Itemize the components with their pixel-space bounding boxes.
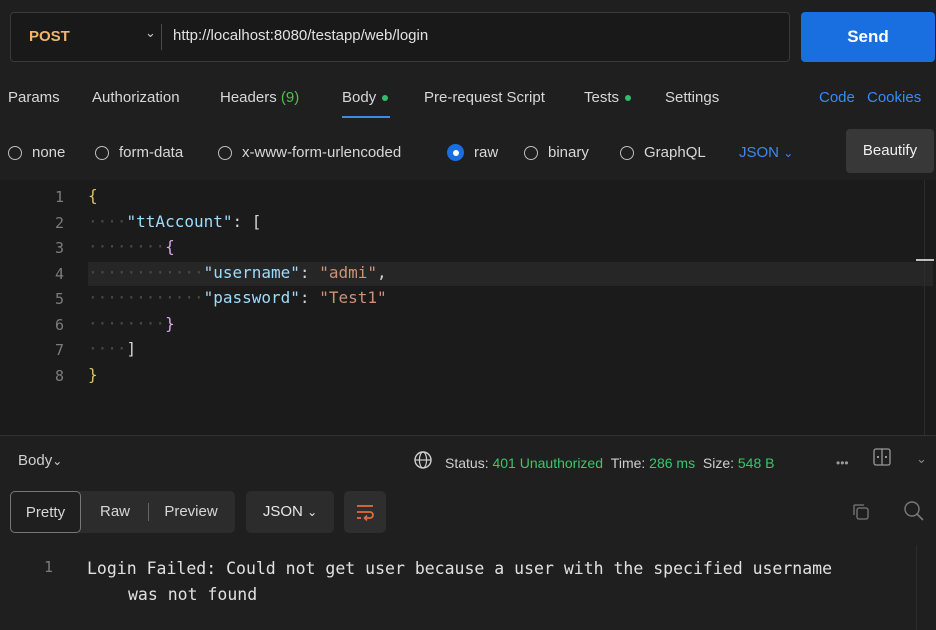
radio-graphql[interactable]: GraphQL bbox=[620, 144, 706, 161]
radio-form-data[interactable]: form-data bbox=[95, 144, 183, 161]
chevron-down-icon[interactable]: ⌄ bbox=[916, 451, 927, 467]
line-number: 8 bbox=[54, 367, 64, 385]
tab-headers[interactable]: Headers (9) bbox=[220, 89, 299, 106]
line-number: 3 bbox=[54, 239, 64, 257]
radio-graphql-label: GraphQL bbox=[644, 144, 706, 161]
radio-none[interactable]: none bbox=[8, 144, 65, 161]
response-body-toggle[interactable]: Body⌄ bbox=[18, 452, 62, 469]
response-text-line: Login Failed: Could not get user because… bbox=[87, 559, 833, 578]
beautify-button[interactable]: Beautify bbox=[846, 129, 934, 173]
tab-body-label: Body bbox=[342, 89, 377, 106]
radio-circle-icon bbox=[524, 145, 538, 160]
cookies-link[interactable]: Cookies bbox=[867, 89, 921, 106]
pretty-view-button[interactable]: Pretty bbox=[10, 491, 81, 533]
radio-circle-icon bbox=[8, 145, 22, 160]
editor-scrollbar-track[interactable] bbox=[924, 180, 925, 435]
code-link[interactable]: Code bbox=[819, 89, 855, 106]
code-line: ····"ttAccount": [ bbox=[88, 212, 262, 231]
response-text: Login Failed: Could not get user because… bbox=[87, 556, 887, 608]
raw-view-button[interactable]: Raw bbox=[86, 491, 144, 533]
line-number: 6 bbox=[54, 316, 64, 334]
segment-divider bbox=[148, 503, 149, 521]
tab-settings[interactable]: Settings bbox=[665, 89, 719, 106]
response-meta: Status: 401 Unauthorized Time: 286 ms Si… bbox=[445, 455, 774, 471]
method-select[interactable]: POST bbox=[29, 28, 70, 45]
headers-count-badge: (9) bbox=[280, 89, 300, 106]
time-value[interactable]: 286 ms bbox=[649, 455, 695, 471]
url-bar: POST ⌄ http://localhost:8080/testapp/web… bbox=[10, 12, 790, 62]
url-divider bbox=[161, 24, 162, 50]
radio-raw[interactable]: raw bbox=[447, 144, 498, 161]
wrap-lines-button[interactable] bbox=[344, 491, 386, 533]
copy-icon[interactable] bbox=[851, 502, 871, 526]
tests-dot-icon bbox=[625, 95, 632, 102]
radio-binary-label: binary bbox=[548, 144, 589, 161]
send-button[interactable]: Send bbox=[801, 12, 935, 62]
response-body-label: Body bbox=[18, 452, 53, 469]
tab-tests[interactable]: Tests bbox=[584, 89, 632, 106]
language-select[interactable]: JSON ⌄ bbox=[739, 144, 793, 161]
layout-toggle-icon[interactable] bbox=[873, 448, 891, 470]
line-number: 5 bbox=[54, 290, 64, 308]
radio-circle-icon bbox=[218, 145, 232, 160]
line-number: 4 bbox=[54, 265, 64, 283]
radio-urlencoded-label: x-www-form-urlencoded bbox=[242, 144, 402, 161]
code-line: ········} bbox=[88, 314, 175, 333]
pane-divider[interactable] bbox=[0, 435, 936, 436]
response-format-select[interactable]: JSON ⌄ bbox=[246, 491, 334, 533]
code-line: { bbox=[88, 186, 98, 205]
more-options-icon[interactable]: ••• bbox=[836, 456, 849, 470]
scrollbar-thumb[interactable] bbox=[916, 259, 934, 261]
response-scrollbar-track[interactable] bbox=[916, 545, 917, 630]
code-line: ············"username": "admi", bbox=[88, 263, 387, 282]
tab-headers-label: Headers bbox=[220, 89, 277, 106]
radio-circle-icon bbox=[620, 145, 634, 160]
radio-selected-icon bbox=[447, 144, 464, 161]
globe-icon[interactable] bbox=[413, 450, 433, 474]
radio-binary[interactable]: binary bbox=[524, 144, 589, 161]
status-label: Status: bbox=[445, 455, 489, 471]
wrap-lines-icon bbox=[357, 505, 374, 522]
size-value[interactable]: 548 B bbox=[738, 455, 775, 471]
response-line-number: 1 bbox=[44, 558, 54, 576]
chevron-down-icon: ⌄ bbox=[52, 454, 63, 468]
code-line: } bbox=[88, 365, 98, 384]
search-icon[interactable] bbox=[903, 500, 925, 526]
radio-none-label: none bbox=[32, 144, 66, 161]
radio-circle-icon bbox=[95, 145, 109, 160]
response-format-label: JSON bbox=[262, 503, 303, 520]
radio-urlencoded[interactable]: x-www-form-urlencoded bbox=[218, 144, 401, 161]
url-input[interactable]: http://localhost:8080/testapp/web/login bbox=[173, 27, 428, 44]
radio-form-data-label: form-data bbox=[119, 144, 184, 161]
code-line: ············"password": "Test1" bbox=[88, 288, 387, 307]
tab-tests-label: Tests bbox=[584, 89, 620, 106]
chevron-down-icon[interactable]: ⌄ bbox=[145, 25, 156, 41]
radio-raw-label: raw bbox=[474, 144, 499, 161]
body-dot-icon bbox=[382, 95, 389, 102]
time-label: Time: bbox=[610, 455, 646, 471]
line-number: 1 bbox=[54, 188, 64, 206]
tab-body[interactable]: Body bbox=[342, 89, 389, 106]
response-text-line: was not found bbox=[128, 585, 258, 604]
chevron-down-icon: ⌄ bbox=[307, 505, 318, 519]
tab-prerequest-script[interactable]: Pre-request Script bbox=[424, 89, 545, 106]
active-tab-indicator bbox=[342, 116, 390, 118]
chevron-down-icon: ⌄ bbox=[783, 146, 794, 160]
line-number: 2 bbox=[54, 214, 64, 232]
language-label: JSON bbox=[739, 144, 780, 161]
tab-params[interactable]: Params bbox=[8, 89, 60, 106]
code-line: ········{ bbox=[88, 237, 175, 256]
tab-authorization[interactable]: Authorization bbox=[92, 89, 180, 106]
status-value[interactable]: 401 Unauthorized bbox=[492, 455, 603, 471]
size-label: Size: bbox=[702, 455, 734, 471]
line-number: 7 bbox=[54, 341, 64, 359]
code-line: ····] bbox=[88, 339, 137, 358]
preview-view-button[interactable]: Preview bbox=[152, 491, 230, 533]
